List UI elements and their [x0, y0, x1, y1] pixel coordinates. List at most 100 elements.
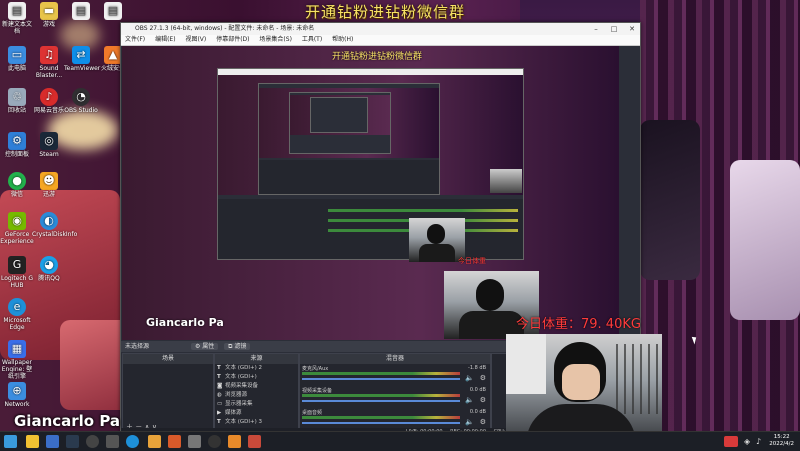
preview-banner: 开通钻粉进钻粉微信群: [332, 52, 423, 62]
maximize-button[interactable]: □: [606, 23, 622, 35]
gear-icon[interactable]: ⚙: [480, 374, 486, 382]
app-icon[interactable]: [228, 435, 241, 448]
filters-button[interactable]: ⧉ 滤镜: [224, 343, 251, 350]
desktop-icon[interactable]: ▤: [96, 2, 130, 21]
app-icon[interactable]: [46, 435, 59, 448]
close-button[interactable]: ✕: [624, 23, 640, 35]
taskbar-clock[interactable]: 15:22 2022/4/2: [769, 434, 794, 448]
steam-icon: ◎: [40, 132, 58, 150]
volume-slider[interactable]: [302, 422, 460, 424]
crystaldisk-icon: ◐: [40, 212, 58, 230]
source-item[interactable]: T 文本 (GDI+) 2: [215, 364, 298, 373]
clock-date: 2022/4/2: [769, 441, 794, 447]
desktop-icon[interactable]: ♫ Sound Blaster...: [32, 46, 66, 79]
text-file-icon: ▤: [104, 2, 122, 20]
menu-edit[interactable]: 编辑(E): [155, 36, 175, 43]
game-folder-icon: ▬: [40, 2, 58, 20]
app-icon[interactable]: [168, 435, 181, 448]
browser-source-icon: ◍: [217, 392, 222, 398]
scenes-dock[interactable]: 场景 ＋ － ∧ ∨: [122, 353, 214, 437]
desktop-icon[interactable]: e Microsoft Edge: [0, 298, 34, 331]
app-icon[interactable]: [208, 435, 221, 448]
desktop-icon[interactable]: ▤ 新建文本文档: [0, 2, 34, 35]
sources-header: 来源: [215, 354, 298, 364]
menu-docks[interactable]: 停靠部件(D): [216, 36, 249, 43]
obs-menubar: 文件(F) 编辑(E) 视图(V) 停靠部件(D) 场景集合(S) 工具(T) …: [121, 35, 640, 46]
obs-titlebar[interactable]: OBS 27.1.3 (64-bit, windows) - 配置文件: 未命名…: [121, 23, 640, 35]
menu-scene-collection[interactable]: 场景集合(S): [259, 36, 292, 43]
explorer-icon[interactable]: [26, 435, 39, 448]
desktop-icon[interactable]: ☻ 迅游: [32, 172, 66, 198]
scenes-list[interactable]: [123, 364, 213, 422]
menu-tools[interactable]: 工具(T): [302, 36, 322, 43]
text-source-icon: T: [217, 365, 221, 371]
steam-icon[interactable]: [66, 435, 79, 448]
xunyou-icon: ☻: [40, 172, 58, 190]
desktop-icon[interactable]: ▭ 此电脑: [0, 46, 34, 72]
desktop-icon[interactable]: ◔ OBS Studio: [64, 88, 98, 114]
desktop-icon[interactable]: ⚙ 控制面板: [0, 132, 34, 158]
mixer-channel[interactable]: 桌面音频 0.0 dB 🔈 ⚙: [300, 408, 490, 430]
app-icon[interactable]: [106, 435, 119, 448]
computer-icon: ▭: [8, 46, 26, 64]
clock-time: 15:22: [773, 434, 790, 440]
text-source-icon: T: [217, 419, 221, 425]
volume-meter: [302, 416, 460, 419]
obs-icon[interactable]: [86, 435, 99, 448]
desktop-icon[interactable]: ● 微信: [0, 172, 34, 198]
source-item[interactable]: T 文本 (GDI+) 3: [215, 418, 298, 427]
desktop-icon[interactable]: ◉ GeForce Experience: [0, 212, 34, 245]
text-file-icon: ▤: [72, 2, 90, 20]
sources-dock[interactable]: 来源 T 文本 (GDI+) 2 T 文本 (GDI+) ◙ 视频采集设备 ◍ 浏览器源…: [214, 353, 299, 437]
source-item[interactable]: ▶ 媒体源: [215, 409, 298, 418]
desktop-icon[interactable]: ♪ 网易云音乐: [32, 88, 66, 114]
network-icon: ⊕: [8, 382, 26, 400]
obs-preview[interactable]: 开通钻粉进钻粉微信群 Giancarlo Pa 今日体重: [122, 46, 619, 340]
ime-icon[interactable]: [724, 436, 738, 447]
volume-meter: [302, 372, 460, 375]
desktop-icon[interactable]: ◕ 腾讯QQ: [32, 256, 66, 282]
obs-title: OBS 27.1.3 (64-bit, windows) - 配置文件: 未命名…: [135, 25, 315, 32]
speaker-icon[interactable]: 🔈: [465, 418, 474, 426]
gear-icon[interactable]: ⚙: [480, 418, 486, 426]
menu-view[interactable]: 视图(V): [185, 36, 206, 43]
desktop-icon[interactable]: ▬ 游戏: [32, 2, 66, 28]
edge-icon[interactable]: [126, 435, 139, 448]
source-item[interactable]: ◙ 视频采集设备: [215, 382, 298, 391]
mixer-channel[interactable]: 视频采集设备 0.0 dB 🔈 ⚙: [300, 386, 490, 408]
weight-overlay: 今日体重：79. 40KG: [516, 317, 641, 332]
streamer-name: Giancarlo Pa: [14, 412, 121, 430]
text-source-icon: T: [217, 374, 221, 380]
desktop-icon[interactable]: ⊕ Network: [0, 382, 34, 408]
volume-slider[interactable]: [302, 400, 460, 402]
desktop-icon[interactable]: ♲ 回收站: [0, 88, 34, 114]
preview-streamer-name: Giancarlo Pa: [146, 316, 224, 329]
desktop-icon[interactable]: ◎ Steam: [32, 132, 66, 158]
desktop-icon[interactable]: ◐ CrystalDiskInfo: [32, 212, 77, 238]
volume-slider[interactable]: [302, 378, 460, 380]
source-item[interactable]: T 文本 (GDI+): [215, 373, 298, 382]
desktop-icon[interactable]: ⇄ TeamViewer: [64, 46, 100, 72]
network-icon[interactable]: ◈: [744, 437, 750, 446]
desktop-icon[interactable]: ▤: [64, 2, 98, 21]
desktop-icon[interactable]: G Logitech G HUB: [0, 256, 34, 289]
speaker-icon[interactable]: 🔈: [465, 374, 474, 382]
properties-button[interactable]: ⚙ 属性: [190, 343, 219, 350]
app-icon[interactable]: [188, 435, 201, 448]
volume-icon[interactable]: ♪: [756, 437, 761, 446]
menu-file[interactable]: 文件(F): [125, 36, 145, 43]
mixer-channel[interactable]: 麦克风/Aux -1.8 dB 🔈 ⚙: [300, 364, 490, 386]
gear-icon[interactable]: ⚙: [480, 396, 486, 404]
windows-start-icon[interactable]: [4, 435, 17, 448]
desktop-icon[interactable]: ▦ Wallpaper Engine: 壁纸引擎: [0, 340, 34, 380]
minimize-button[interactable]: –: [588, 23, 604, 35]
source-item[interactable]: ◍ 浏览器源: [215, 391, 298, 400]
app-icon[interactable]: [248, 435, 261, 448]
source-item[interactable]: ▭ 显示器采集: [215, 400, 298, 409]
menu-help[interactable]: 帮助(H): [332, 36, 353, 43]
stream-banner: 开通钻粉进钻粉微信群: [305, 3, 466, 21]
mixer-dock[interactable]: 混音器 麦克风/Aux -1.8 dB 🔈 ⚙ 视频采集设备 0.0 dB 🔈 …: [299, 353, 491, 437]
app-icon[interactable]: [148, 435, 161, 448]
speaker-icon[interactable]: 🔈: [465, 396, 474, 404]
scenes-header: 场景: [123, 354, 213, 364]
